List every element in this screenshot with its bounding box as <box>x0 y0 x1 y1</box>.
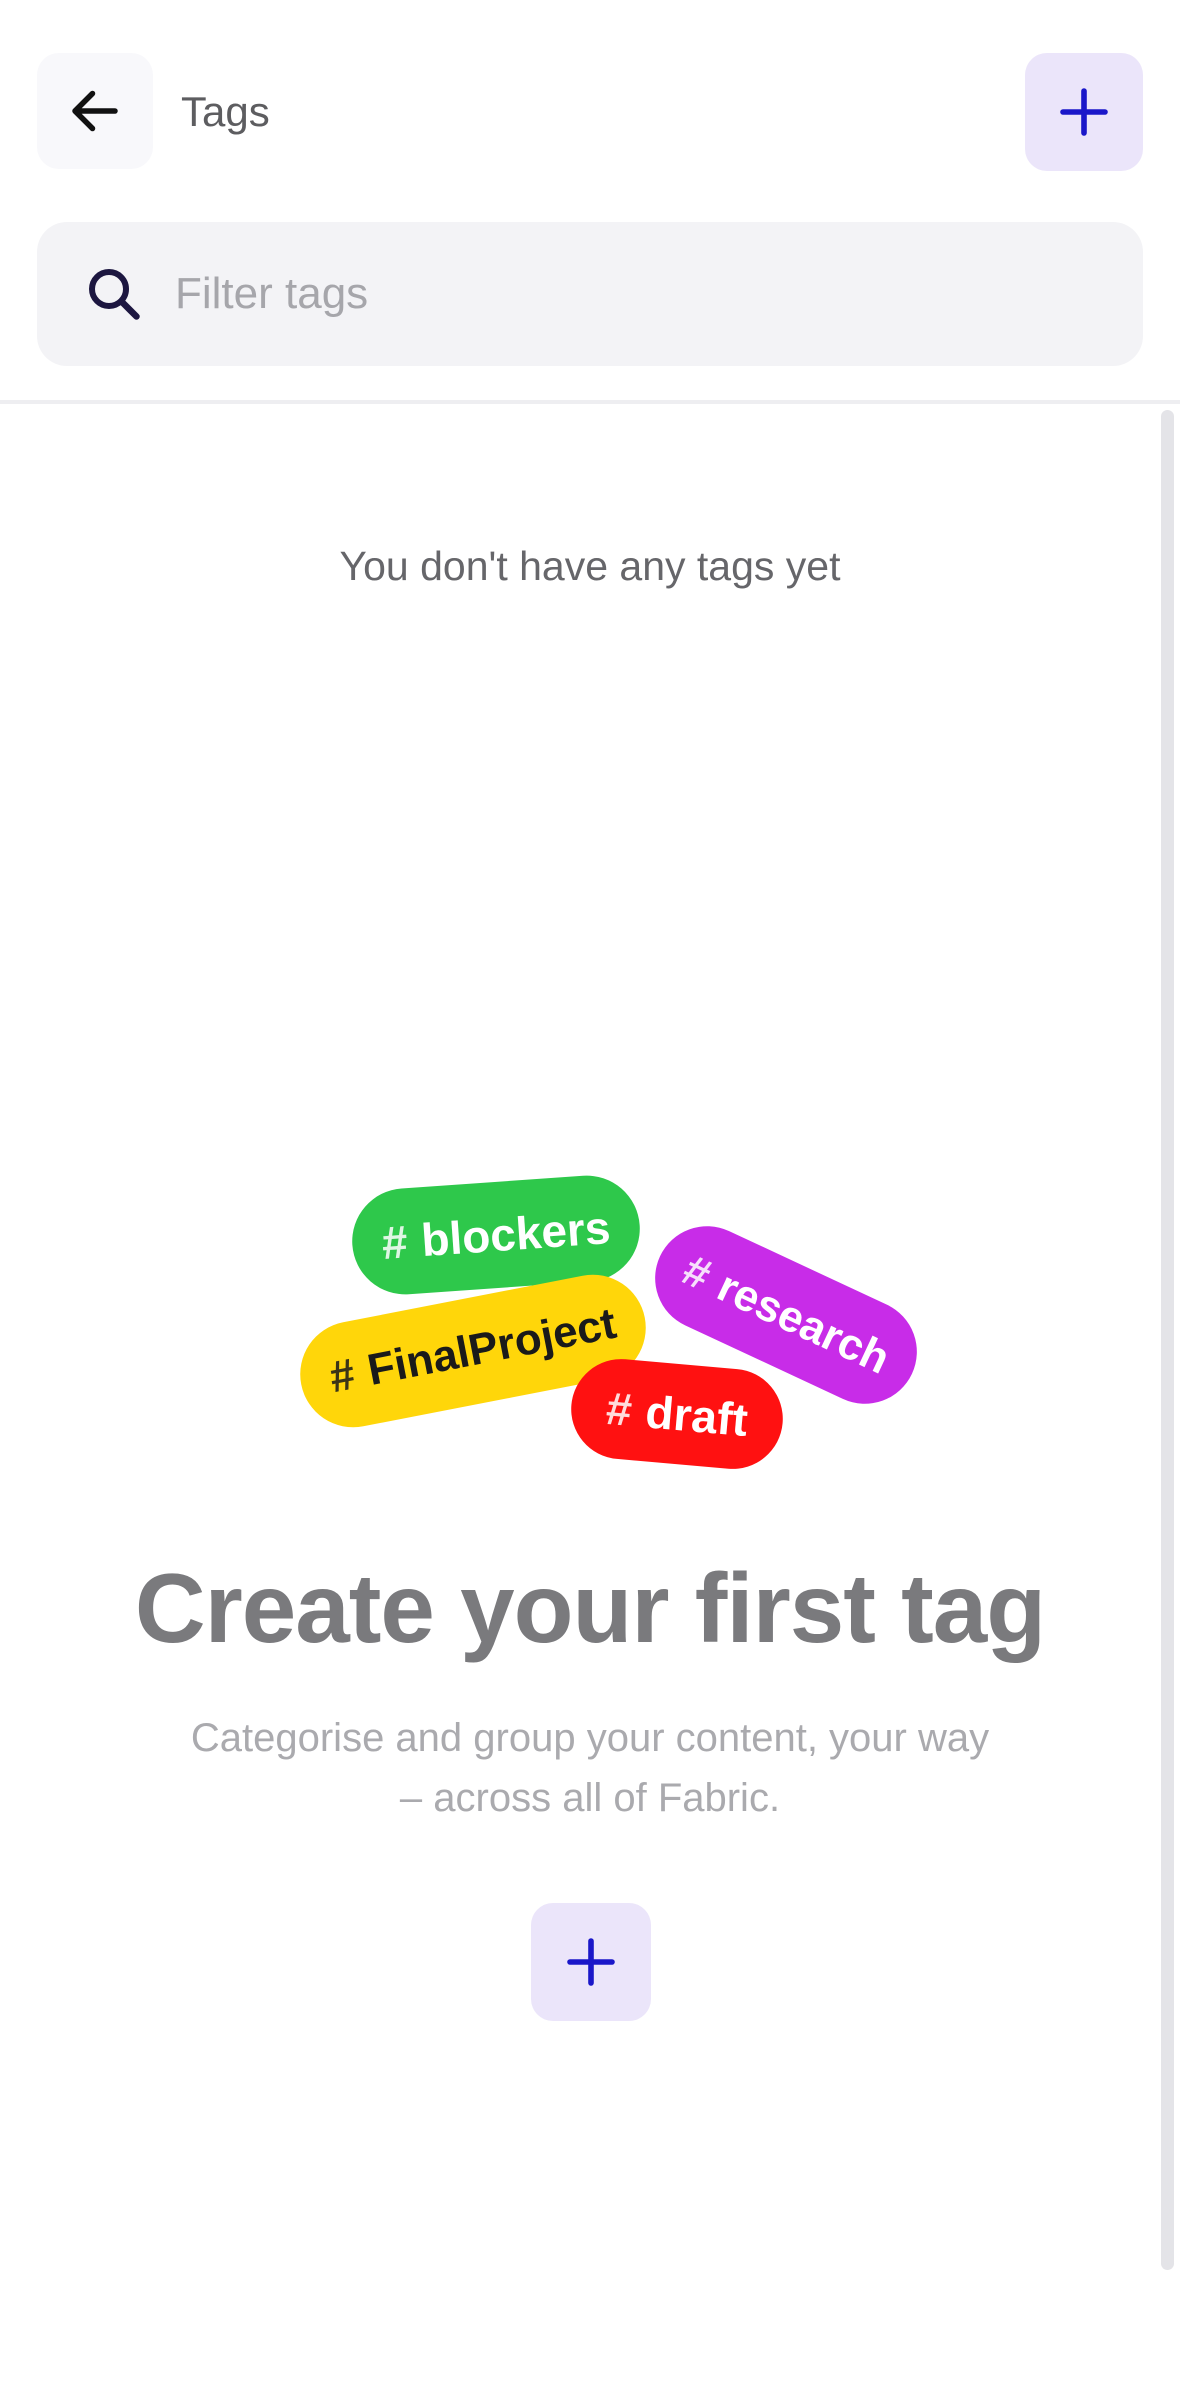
tag-pill-label: draft <box>643 1385 750 1447</box>
back-button[interactable] <box>37 53 153 169</box>
search-bar[interactable] <box>37 222 1143 366</box>
hash-icon: # <box>675 1245 719 1301</box>
plus-icon <box>1060 88 1108 136</box>
subtext-line: Categorise and group your content, your … <box>190 1716 990 1760</box>
hash-icon: # <box>325 1349 360 1403</box>
plus-icon <box>567 1938 615 1986</box>
arrow-left-icon <box>72 90 118 132</box>
tags-screen: Tags You don't have any tags yet # block… <box>0 0 1180 2396</box>
header-divider <box>0 400 1180 404</box>
filter-tags-input[interactable] <box>175 259 1075 329</box>
subtext-line: – across all of Fabric. <box>399 1776 781 1820</box>
empty-state-headline: Create your first tag <box>134 1553 1046 1663</box>
search-icon <box>83 263 145 325</box>
tag-pill-label: research <box>710 1261 898 1384</box>
add-tag-button[interactable] <box>1025 53 1143 171</box>
tag-pill-label: blockers <box>419 1201 612 1267</box>
create-first-tag-button[interactable] <box>531 1903 651 2021</box>
empty-tags-message: You don't have any tags yet <box>339 543 841 589</box>
scrollbar[interactable] <box>1161 410 1174 2270</box>
hash-icon: # <box>604 1381 635 1436</box>
empty-state-subtext: Categorise and group your content, your … <box>0 1708 1180 1828</box>
hash-icon: # <box>380 1215 410 1269</box>
page-title: Tags <box>181 88 270 135</box>
tag-pill-draft: # draft <box>567 1354 787 1474</box>
